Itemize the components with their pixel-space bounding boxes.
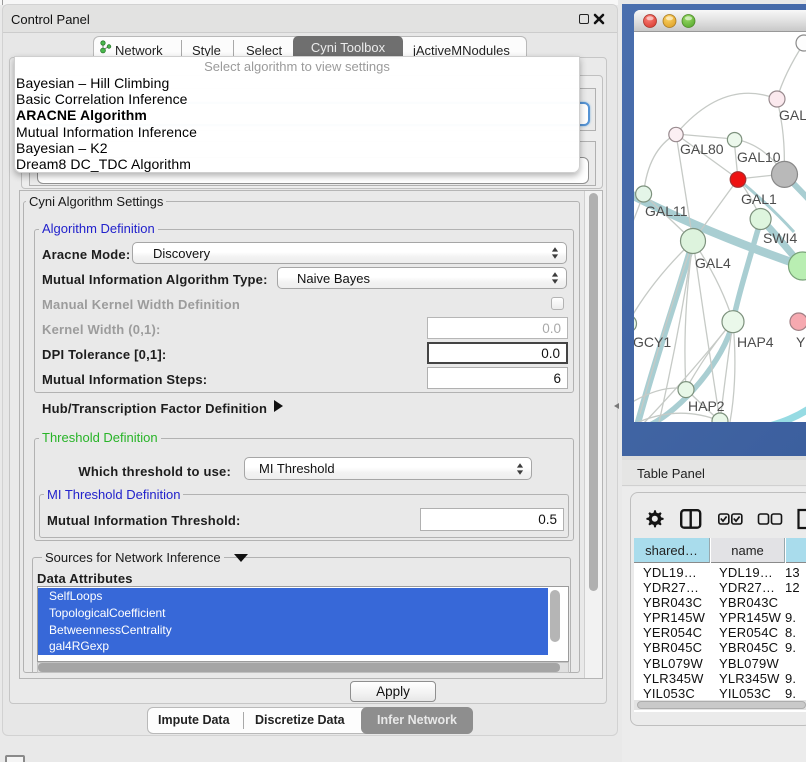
svg-text:GAL10: GAL10 xyxy=(737,149,781,165)
svg-text:HAP4: HAP4 xyxy=(737,334,774,350)
svg-text:GAL80: GAL80 xyxy=(680,141,724,157)
svg-text:GAL7: GAL7 xyxy=(779,107,806,123)
svg-text:GAL1: GAL1 xyxy=(741,191,777,207)
svg-text:SWI4: SWI4 xyxy=(763,230,797,246)
svg-text:GAL11: GAL11 xyxy=(645,203,688,219)
svg-text:GCY1: GCY1 xyxy=(634,334,671,350)
svg-text:Y: Y xyxy=(796,334,806,350)
svg-text:HAP2: HAP2 xyxy=(688,398,725,414)
svg-text:GAL4: GAL4 xyxy=(695,255,731,271)
